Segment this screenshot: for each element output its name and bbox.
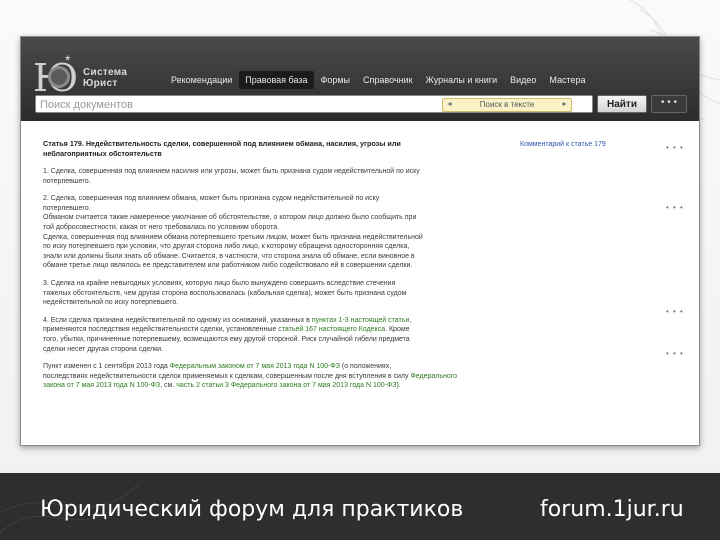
main-nav: Рекомендации Правовая база Формы Справоч… bbox=[165, 71, 593, 89]
text-line: применяются последствия недействительнос… bbox=[43, 325, 523, 335]
text-line: той добросовестности, какая от него треб… bbox=[43, 223, 280, 231]
chevron-left-icon[interactable]: ◄ bbox=[446, 99, 453, 111]
text-line: обмане третье лицо являлось ее представи… bbox=[43, 262, 413, 270]
footer-url[interactable]: forum.1jur.ru bbox=[540, 497, 684, 522]
link-federal-law-2-cont[interactable]: закона от 7 мая 2013 года N 100-ФЗ bbox=[43, 382, 160, 389]
text-line: по иску потерпевшего при условии, что др… bbox=[43, 243, 410, 251]
nav-item-video[interactable]: Видео bbox=[504, 71, 542, 89]
more-dots-icon[interactable]: • • • bbox=[666, 203, 684, 212]
amendment-note: Пункт изменен с 1 сентября 2013 года Фед… bbox=[43, 362, 523, 391]
slide-footer: Юридический форум для практиков forum.1j… bbox=[0, 473, 720, 540]
search-bar: Поиск документов ◄ Поиск в тексте ► Найт… bbox=[35, 95, 693, 115]
text-line: тяжелых обстоятельств, чем другая сторон… bbox=[43, 289, 407, 297]
paragraph-2: 2. Сделка, совершенная под влиянием обма… bbox=[43, 194, 523, 271]
text-line: 4. Если сделка признана недействительной… bbox=[43, 316, 523, 326]
text-line: Сделка, совершенная под влиянием обмана … bbox=[43, 233, 423, 241]
comment-link[interactable]: Комментарий к статье 179 bbox=[520, 141, 606, 148]
text-line: 3. Сделка на крайне невыгодных условиях,… bbox=[43, 279, 396, 287]
link-points-1-3[interactable]: пунктах 1-3 настоящей статьи bbox=[312, 317, 409, 324]
text-line: знали или должны были знать об обмане. С… bbox=[43, 252, 415, 260]
search-scope-label: Поиск в тексте bbox=[479, 100, 535, 109]
nav-item-wizards[interactable]: Мастера bbox=[543, 71, 591, 89]
paragraph-3: 3. Сделка на крайне невыгодных условиях,… bbox=[43, 279, 523, 308]
footer-title: Юридический форум для практиков bbox=[40, 497, 464, 522]
nav-item-journals[interactable]: Журналы и книги bbox=[420, 71, 504, 89]
text-span: . Кроме bbox=[385, 326, 410, 334]
text-span: 4. Если сделка признана недействительной… bbox=[43, 316, 312, 324]
article-title-line: Статья 179. Недействительность сделки, с… bbox=[43, 139, 401, 148]
text-line: Обманом считается также намеренное умолч… bbox=[43, 214, 417, 222]
nav-item-recommendations[interactable]: Рекомендации bbox=[165, 71, 238, 89]
logo-line1: Система bbox=[83, 67, 128, 78]
link-article-3[interactable]: часть 2 статьи 3 Федерального закона от … bbox=[176, 382, 396, 389]
document-content: Статья 179. Недействительность сделки, с… bbox=[43, 139, 523, 391]
article-title-line: неблагоприятных обстоятельств bbox=[43, 149, 162, 158]
app-header: Ю * Система Юрист Рекомендации Правовая … bbox=[21, 37, 699, 121]
paragraph-4: 4. Если сделка признана недействительной… bbox=[43, 316, 523, 354]
text-line: последствиях недействительности сделок п… bbox=[43, 372, 523, 382]
text-span: последствиях недействительности сделок п… bbox=[43, 372, 411, 380]
app-window: Ю * Система Юрист Рекомендации Правовая … bbox=[20, 36, 700, 446]
search-scope-select[interactable]: ◄ Поиск в тексте ► bbox=[442, 98, 572, 112]
text-line: потерпевшего. bbox=[43, 177, 91, 185]
text-line: недействительной по иску потерпевшего. bbox=[43, 299, 179, 307]
text-span: применяются последствия недействительнос… bbox=[43, 326, 279, 334]
nav-item-forms[interactable]: Формы bbox=[315, 71, 357, 89]
logo-text: Система Юрист bbox=[83, 67, 127, 89]
link-federal-law[interactable]: Федеральным законом от 7 мая 2013 года N… bbox=[170, 363, 340, 370]
text-span: ). bbox=[396, 382, 401, 390]
more-dots-icon[interactable]: • • • bbox=[666, 143, 684, 152]
link-article-167[interactable]: статьей 167 настоящего Кодекса bbox=[278, 326, 385, 333]
article-title: Статья 179. Недействительность сделки, с… bbox=[43, 139, 523, 159]
svg-text:*: * bbox=[65, 53, 71, 68]
nav-item-legal-base[interactable]: Правовая база bbox=[239, 71, 314, 89]
text-line: Пункт изменен с 1 сентября 2013 года Фед… bbox=[43, 362, 523, 372]
more-dots-icon[interactable]: • • • bbox=[666, 349, 684, 358]
text-line: сделки несет другая сторона сделки. bbox=[43, 345, 164, 353]
text-span: , bbox=[409, 316, 412, 324]
more-dots-icon[interactable]: • • • bbox=[666, 307, 684, 316]
logo-line2: Юрист bbox=[83, 78, 118, 89]
logo-icon: Ю * bbox=[33, 53, 77, 99]
text-line: потерпевшего. bbox=[43, 204, 91, 212]
text-span: Пункт изменен с 1 сентября 2013 года bbox=[43, 363, 170, 371]
text-span: (о положениях, bbox=[339, 363, 392, 371]
paragraph-1: 1. Сделка, совершенная под влиянием наси… bbox=[43, 167, 523, 186]
text-line: того, убытки, причиненные потерпевшему, … bbox=[43, 335, 410, 343]
find-button[interactable]: Найти bbox=[597, 95, 647, 113]
text-line: 2. Сделка, совершенная под влиянием обма… bbox=[43, 195, 380, 203]
text-line: закона от 7 мая 2013 года N 100-ФЗ, см. … bbox=[43, 381, 523, 391]
text-line: 1. Сделка, совершенная под влиянием наси… bbox=[43, 168, 420, 175]
more-options-button[interactable]: • • • bbox=[651, 95, 687, 113]
link-federal-law-2[interactable]: Федерального bbox=[410, 373, 457, 380]
nav-item-reference[interactable]: Справочник bbox=[357, 71, 419, 89]
text-span: , см. bbox=[160, 382, 177, 390]
chevron-right-icon[interactable]: ► bbox=[561, 99, 568, 111]
